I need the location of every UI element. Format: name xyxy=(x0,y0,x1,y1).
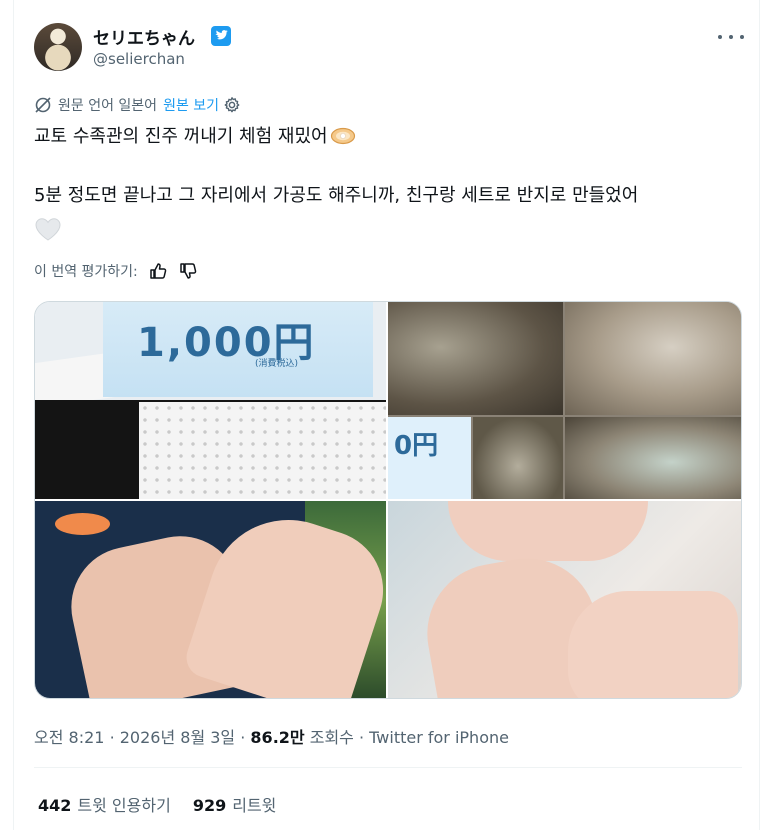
photo-oysters[interactable]: 0円 xyxy=(388,302,741,499)
more-options-icon[interactable] xyxy=(718,27,744,47)
tweet-line-1: 교토 수족관의 진주 꺼내기 체험 재밌어 xyxy=(34,126,328,147)
white-heart-emoji-icon xyxy=(35,218,61,241)
tweet-date[interactable]: 2026년 8월 3일 xyxy=(120,728,235,747)
hand-with-ring xyxy=(448,501,648,561)
quotes-count: 442 xyxy=(38,796,72,815)
display-name[interactable]: セリエちゃん xyxy=(93,24,195,49)
quote-tweets-stat[interactable]: 442 트윗 인용하기 xyxy=(38,792,171,816)
tweet-card: セリエちゃん @selierchan 원문 언어 일본어 원본 보기 교토 수족… xyxy=(13,0,760,830)
tweet-source[interactable]: Twitter for iPhone xyxy=(369,728,509,747)
translation-notice: 원문 언어 일본어 xyxy=(58,98,158,114)
price-text-partial: 0円 xyxy=(394,431,439,461)
photo-hands-aquarium[interactable] xyxy=(35,501,386,698)
verified-badge-icon xyxy=(211,26,231,46)
media-grid: 1,000円 (消費税込) 0円 xyxy=(34,301,742,699)
views-count: 86.2만 xyxy=(250,728,305,747)
oysters-tank xyxy=(388,302,563,415)
oyster-emoji-icon xyxy=(330,127,355,145)
price-subtext: (消費税込) xyxy=(255,359,299,369)
photo-hands-rings[interactable] xyxy=(388,501,741,698)
show-original-link[interactable]: 원본 보기 xyxy=(163,95,219,115)
tweet-time[interactable]: 오전 8:21 xyxy=(34,728,104,747)
divider xyxy=(34,767,742,768)
tweet-meta: 오전 8:21 · 2026년 8월 3일 · 86.2만 조회수 · Twit… xyxy=(34,728,509,747)
hand-with-ring xyxy=(568,591,738,698)
tweet-stats: 442 트윗 인용하기 929 리트윗 xyxy=(38,792,298,816)
thumbs-up-icon[interactable] xyxy=(148,261,168,281)
pegboard-display xyxy=(139,402,386,499)
user-handle[interactable]: @selierchan xyxy=(93,50,185,68)
retweets-stat[interactable]: 929 리트윗 xyxy=(193,792,277,816)
views-label: 조회수 xyxy=(309,728,354,747)
photo-price-sign-and-jewelry[interactable]: 1,000円 (消費税込) xyxy=(35,302,386,499)
gloved-hand xyxy=(565,302,741,415)
opened-oyster xyxy=(565,417,741,499)
gear-icon[interactable] xyxy=(223,96,241,114)
rate-translation-label: 이 번역 평가하기: xyxy=(34,264,138,280)
orange-fish xyxy=(55,513,110,535)
price-sign-partial: 0円 xyxy=(388,417,471,499)
rate-translation-row: 이 번역 평가하기: xyxy=(34,261,198,281)
quotes-label: 트윗 인용하기 xyxy=(77,796,171,815)
tweet-line-2: 5분 정도면 끝나고 그 자리에서 가공도 해주니까, 친구랑 세트로 반지로 … xyxy=(34,185,639,206)
avatar[interactable] xyxy=(34,23,82,71)
retweets-label: 리트윗 xyxy=(232,796,277,815)
translate-off-icon xyxy=(35,97,51,113)
thumbs-down-icon[interactable] xyxy=(178,261,198,281)
oyster-closeup xyxy=(473,417,563,499)
retweets-count: 929 xyxy=(192,796,227,815)
translation-bar: 원문 언어 일본어 원본 보기 xyxy=(34,95,241,115)
